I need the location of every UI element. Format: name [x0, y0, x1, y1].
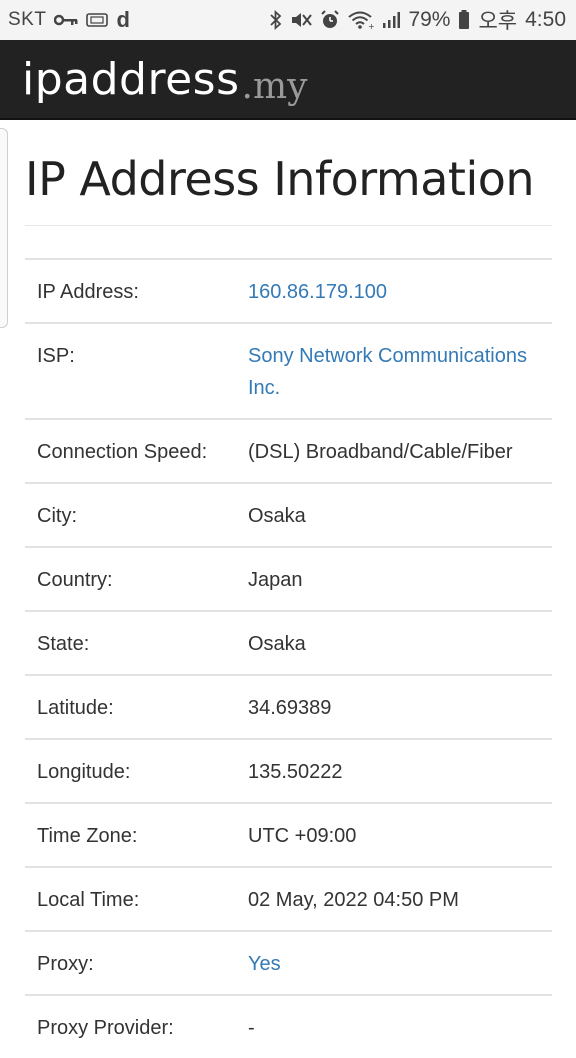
status-bar: SKT d + 79% 오후 4:50	[0, 0, 576, 40]
svg-text:+: +	[368, 22, 374, 30]
carrier-label: SKT	[8, 9, 47, 30]
row-value-cell: (DSL) Broadband/Cable/Fiber	[236, 418, 552, 483]
row-value-cell: -	[236, 994, 552, 1058]
row-value: Osaka	[248, 505, 306, 527]
row-label: State:	[25, 610, 236, 675]
battery-percent: 79%	[408, 8, 451, 31]
row-label: City:	[25, 482, 236, 547]
battery-icon	[458, 10, 470, 30]
row-value-cell: 02 May, 2022 04:50 PM	[236, 866, 552, 931]
logo-main-text: ipaddress	[22, 53, 240, 105]
row-value-cell: Osaka	[236, 482, 552, 547]
row-label: Time Zone:	[25, 802, 236, 867]
row-value-link[interactable]: Yes	[248, 953, 281, 975]
row-value: 34.69389	[248, 697, 332, 719]
bluetooth-icon	[270, 10, 282, 30]
row-value-cell: Sony Network Communications Inc.	[236, 322, 552, 419]
signal-icon	[382, 11, 401, 29]
title-divider	[25, 225, 552, 226]
page-title: IP Address Information	[25, 152, 535, 206]
table-row: Latitude: 34.69389	[25, 674, 552, 739]
table-row: Proxy: Yes	[25, 930, 552, 995]
table-row: Longitude: 135.50222	[25, 738, 552, 803]
row-value-cell: Osaka	[236, 610, 552, 675]
table-row: Local Time: 02 May, 2022 04:50 PM	[25, 866, 552, 931]
status-bar-right: + 79% 오후 4:50	[270, 5, 566, 35]
key-icon	[54, 13, 78, 27]
table-row: Time Zone: UTC +09:00	[25, 802, 552, 867]
alarm-icon	[320, 10, 340, 30]
table-row: Country: Japan	[25, 546, 552, 611]
row-value-link[interactable]: Sony Network Communications Inc.	[248, 345, 527, 399]
row-value-cell: UTC +09:00	[236, 802, 552, 867]
status-bar-left: SKT d	[8, 7, 130, 33]
row-value: 135.50222	[248, 761, 343, 783]
table-row: State: Osaka	[25, 610, 552, 675]
table-row: ISP: Sony Network Communications Inc.	[25, 322, 552, 419]
row-label: Country:	[25, 546, 236, 611]
row-value: 02 May, 2022 04:50 PM	[248, 889, 459, 911]
clock-ampm: 오후	[478, 10, 518, 33]
site-logo-link[interactable]: ipaddress.my	[22, 53, 308, 107]
row-value-link[interactable]: 160.86.179.100	[248, 281, 387, 303]
row-value-cell: Yes	[236, 930, 552, 995]
row-value: Osaka	[248, 633, 306, 655]
row-value-cell: 34.69389	[236, 674, 552, 739]
row-label: Longitude:	[25, 738, 236, 803]
row-value-cell: 160.86.179.100	[236, 258, 552, 323]
row-value-cell: Japan	[236, 546, 552, 611]
carrier-app-label: d	[116, 7, 130, 32]
sim-icon	[86, 13, 109, 27]
logo-tld-text: .my	[241, 65, 308, 107]
clock-time: 4:50	[525, 8, 566, 31]
wifi-icon: +	[348, 10, 374, 30]
row-label: ISP:	[25, 322, 236, 419]
row-value: (DSL) Broadband/Cable/Fiber	[248, 441, 513, 463]
table-row: Connection Speed: (DSL) Broadband/Cable/F…	[25, 418, 552, 483]
site-navbar: ipaddress.my	[0, 40, 576, 120]
row-label: Latitude:	[25, 674, 236, 739]
row-label: IP Address:	[25, 258, 236, 323]
row-value: UTC +09:00	[248, 825, 357, 847]
row-label: Local Time:	[25, 866, 236, 931]
row-value-cell: 135.50222	[236, 738, 552, 803]
side-drawer-handle[interactable]	[0, 128, 8, 328]
row-label: Proxy:	[25, 930, 236, 995]
row-label: Connection Speed:	[25, 418, 236, 483]
table-row: Proxy Provider: -	[25, 994, 552, 1058]
table-row: City: Osaka	[25, 482, 552, 547]
ip-info-table: IP Address: 160.86.179.100 ISP: Sony Networ…	[25, 258, 552, 1058]
row-label: Proxy Provider:	[25, 994, 236, 1058]
mute-icon	[290, 10, 313, 30]
table-row: IP Address: 160.86.179.100	[25, 258, 552, 323]
row-value: -	[248, 1017, 255, 1039]
row-value: Japan	[248, 569, 303, 591]
